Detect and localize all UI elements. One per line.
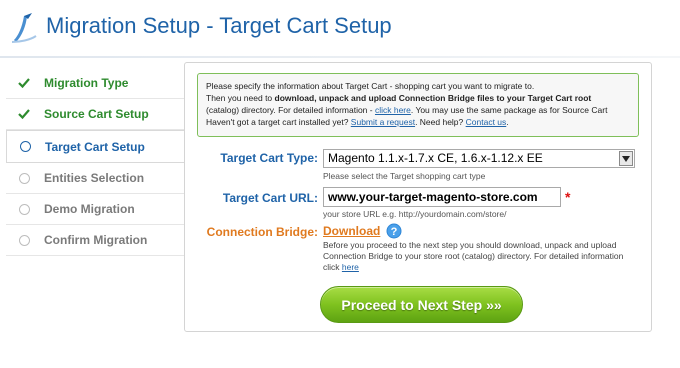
info-line: Then you need to download, unpack and up… (206, 92, 630, 104)
info-text: . Need help? (415, 117, 466, 127)
info-message-box: Please specify the information about Tar… (197, 73, 639, 137)
header-divider (0, 56, 680, 58)
step-target-cart-setup[interactable]: Target Cart Setup (6, 130, 188, 163)
info-line: (catalog) directory. For detailed inform… (206, 104, 630, 116)
bridge-here-link[interactable]: here (342, 262, 359, 272)
steps-sidebar: Migration Type Source Cart Setup Target … (6, 68, 188, 256)
download-bridge-link[interactable]: Download (323, 224, 380, 238)
info-text: Haven't got a target cart installed yet? (206, 117, 351, 127)
pending-step-circle-icon (18, 234, 30, 246)
info-text: (catalog) directory. For detailed inform… (206, 105, 375, 115)
required-mark: * (565, 189, 571, 205)
step-confirm-migration[interactable]: Confirm Migration (6, 225, 186, 256)
step-label: Migration Type (44, 76, 129, 90)
cart-url-hint: your store URL e.g. http://yourdomain.co… (323, 209, 507, 219)
target-cart-panel: Please specify the information about Tar… (184, 62, 652, 332)
checkmark-icon (18, 108, 30, 120)
step-migration-type[interactable]: Migration Type (6, 68, 186, 99)
checkmark-icon (18, 77, 30, 89)
cart-type-label: Target Cart Type: (220, 151, 318, 165)
step-label: Source Cart Setup (44, 107, 149, 121)
submit-request-link[interactable]: Submit a request (351, 117, 415, 127)
info-line: Please specify the information about Tar… (206, 81, 535, 91)
step-label: Confirm Migration (44, 233, 148, 247)
chevron-down-icon[interactable] (619, 151, 633, 166)
migration-logo-icon (8, 10, 40, 46)
contact-us-link[interactable]: Contact us (466, 117, 507, 127)
info-text: . (506, 117, 509, 127)
help-question-icon[interactable]: ? (386, 223, 402, 239)
step-label: Entities Selection (44, 171, 145, 185)
cart-url-label: Target Cart URL: (222, 191, 318, 205)
info-text: . You may use the same package as for So… (410, 105, 608, 115)
step-label: Target Cart Setup (45, 139, 145, 154)
step-source-cart-setup[interactable]: Source Cart Setup (6, 99, 186, 130)
bridge-instructions: Before you proceed to the next step you … (323, 240, 639, 273)
info-bold-text: download, unpack and upload Connection B… (274, 93, 592, 103)
step-label: Demo Migration (44, 202, 135, 216)
cart-type-select[interactable]: Magento 1.1.x-1.7.x CE, 1.6.x-1.12.x EE (323, 149, 635, 168)
proceed-next-step-button[interactable]: Proceed to Next Step »» (320, 286, 523, 323)
step-demo-migration[interactable]: Demo Migration (6, 194, 186, 225)
info-line: Haven't got a target cart installed yet?… (206, 116, 630, 128)
cart-type-hint: Please select the Target shopping cart t… (323, 171, 486, 181)
cart-url-input[interactable]: www.your-target-magento-store.com (323, 187, 561, 207)
connection-bridge-label: Connection Bridge: (206, 225, 318, 239)
info-text: Then you need to (206, 93, 275, 103)
page-header: Migration Setup - Target Cart Setup (0, 0, 680, 58)
pending-step-circle-icon (18, 172, 30, 184)
bridge-instructions-text: Before you proceed to the next step you … (323, 240, 624, 272)
pending-step-circle-icon (18, 203, 30, 215)
page-title: Migration Setup - Target Cart Setup (46, 13, 392, 38)
click-here-link[interactable]: click here (375, 105, 411, 115)
cart-type-selected-value: Magento 1.1.x-1.7.x CE, 1.6.x-1.12.x EE (328, 151, 543, 165)
current-step-circle-icon (19, 141, 31, 153)
svg-text:?: ? (391, 226, 398, 238)
step-entities-selection[interactable]: Entities Selection (6, 163, 186, 194)
